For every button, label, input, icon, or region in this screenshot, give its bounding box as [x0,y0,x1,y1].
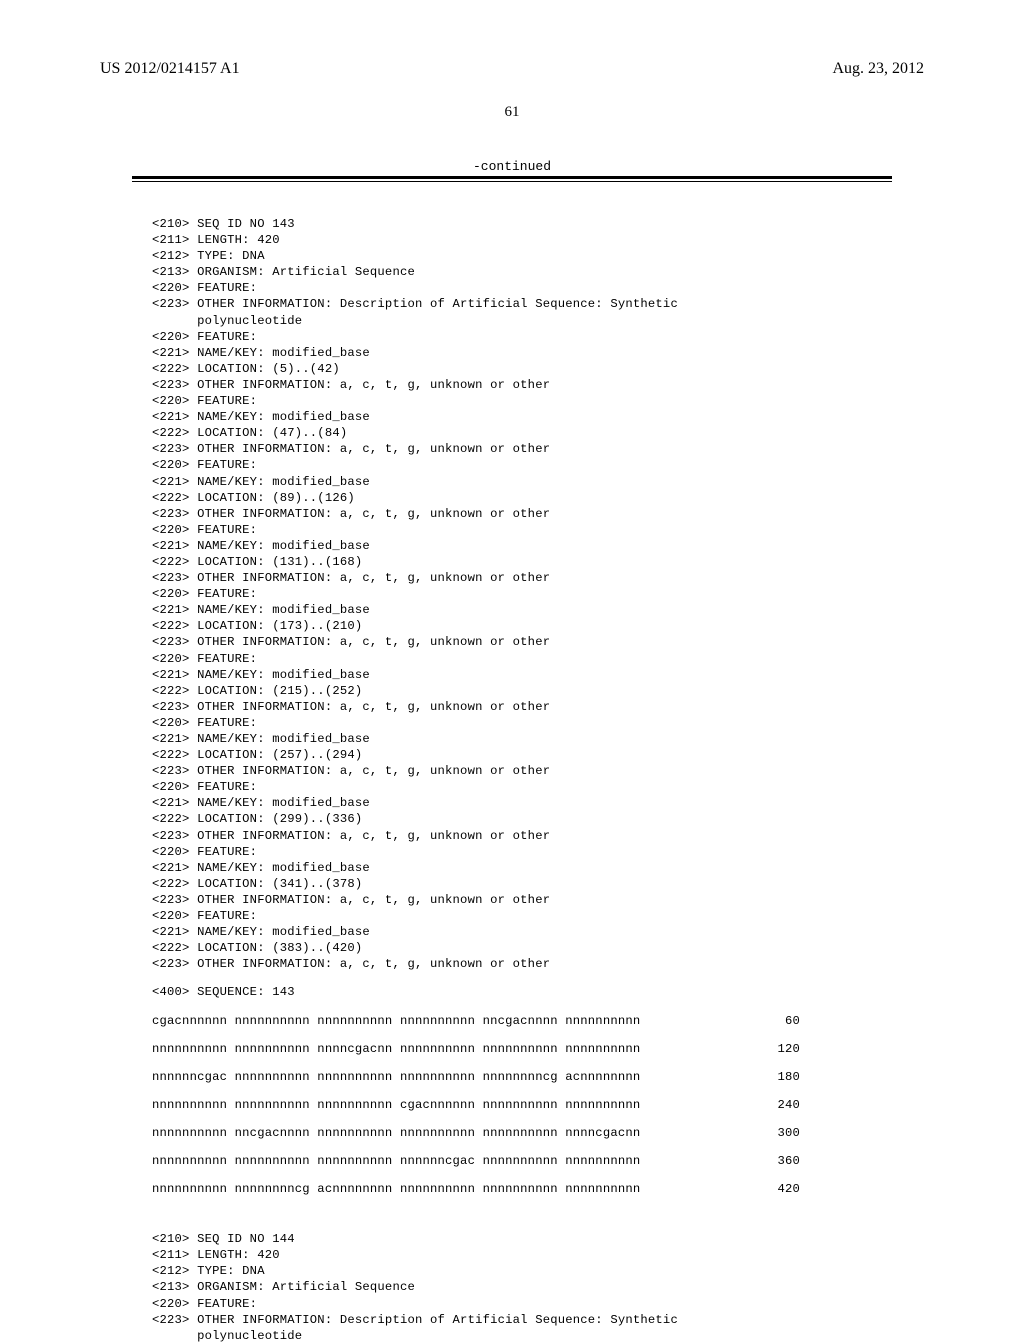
sequence-row: nnnnnnnnnn nnnnnnnnnn nnnncgacnn nnnnnnn… [152,1041,892,1057]
sequence-row: nnnnnncgac nnnnnnnnnn nnnnnnnnnn nnnnnnn… [152,1069,892,1085]
continued-divider [132,176,892,182]
sequence-row: nnnnnnnnnn nnnnnnnnnn nnnnnnnnnn nnnnnnc… [152,1153,892,1169]
publication-date: Aug. 23, 2012 [832,60,924,78]
sequence-text: nnnnnnnnnn nnnnnnnnnn nnnncgacnn nnnnnnn… [152,1041,640,1057]
page-number: 61 [100,104,924,121]
sequence-position: 120 [777,1041,892,1057]
sequence-position: 300 [777,1125,892,1141]
sequence-text: nnnnnnnnnn nnnnnnnncg acnnnnnnnn nnnnnnn… [152,1181,640,1197]
sequence-row: cgacnnnnnn nnnnnnnnnn nnnnnnnnnn nnnnnnn… [152,1013,892,1029]
seq-144-header-block: <210> SEQ ID NO 144 <211> LENGTH: 420 <2… [152,1231,892,1344]
sequence-text: nnnnnnnnnn nnnnnnnnnn nnnnnnnnnn cgacnnn… [152,1097,640,1113]
sequence-row: nnnnnnnnnn nncgacnnnn nnnnnnnnnn nnnnnnn… [152,1125,892,1141]
sequence-position: 240 [777,1097,892,1113]
seq-143-sequence-rows: cgacnnnnnn nnnnnnnnnn nnnnnnnnnn nnnnnnn… [152,1013,892,1198]
sequence-row: nnnnnnnnnn nnnnnnnnnn nnnnnnnnnn cgacnnn… [152,1097,892,1113]
sequence-text: nnnnnnnnnn nnnnnnnnnn nnnnnnnnnn nnnnnnc… [152,1153,640,1169]
continued-label: -continued [132,159,892,174]
sequence-row: nnnnnnnnnn nnnnnnnncg acnnnnnnnn nnnnnnn… [152,1181,892,1197]
page-header: US 2012/0214157 A1 Aug. 23, 2012 [100,60,924,78]
seq-143-header-block: <210> SEQ ID NO 143 <211> LENGTH: 420 <2… [152,216,892,972]
sequence-text: nnnnnnnnnn nncgacnnnn nnnnnnnnnn nnnnnnn… [152,1125,640,1141]
sequence-position: 180 [777,1069,892,1085]
page: US 2012/0214157 A1 Aug. 23, 2012 61 -con… [0,0,1024,1320]
sequence-text: nnnnnncgac nnnnnnnnnn nnnnnnnnnn nnnnnnn… [152,1069,640,1085]
sequence-position: 60 [785,1013,892,1029]
publication-number: US 2012/0214157 A1 [100,60,240,78]
sequence-text: cgacnnnnnn nnnnnnnnnn nnnnnnnnnn nnnnnnn… [152,1013,640,1029]
continued-section: -continued <210> SEQ ID NO 143 <211> LEN… [132,159,892,1344]
sequence-position: 360 [777,1153,892,1169]
seq-143-sequence-label: <400> SEQUENCE: 143 [152,984,892,1000]
sequence-position: 420 [777,1181,892,1197]
